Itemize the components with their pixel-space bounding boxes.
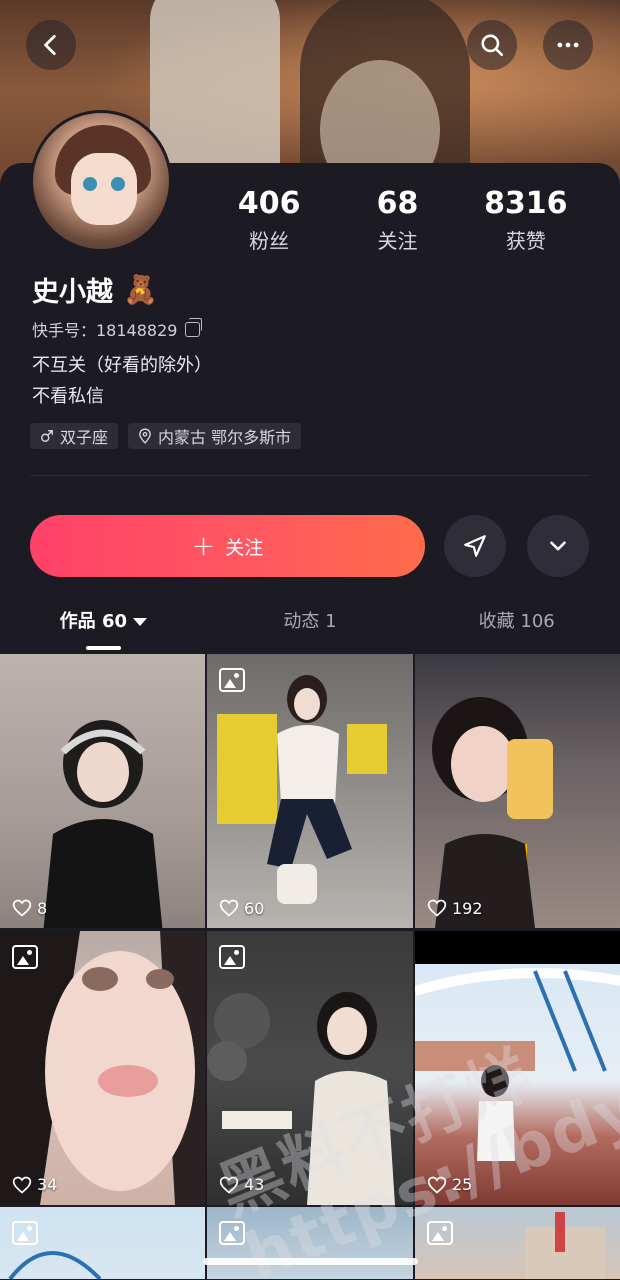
more-button[interactable] (543, 20, 593, 70)
tab-moments[interactable]: 动态 1 (207, 605, 414, 650)
search-button[interactable] (467, 20, 517, 70)
photo-thumbnail (217, 675, 387, 904)
content-tabs: 作品 60 动态 1 收藏 106 (0, 605, 620, 650)
dropdown-arrow-icon (133, 618, 147, 626)
tab-favorites[interactable]: 收藏 106 (413, 605, 620, 650)
photo-thumbnail (0, 930, 205, 1205)
gallery-icon (12, 944, 38, 969)
follow-button[interactable]: + 关注 (30, 515, 425, 577)
stat-likes[interactable]: 8316 获赞 (462, 185, 590, 255)
grid-item[interactable] (0, 1207, 205, 1280)
heart-icon (12, 899, 32, 917)
location-pin-icon (139, 428, 151, 444)
heart-icon (219, 1176, 239, 1194)
photo-thumbnail (207, 991, 395, 1205)
grid-item[interactable]: 8 (0, 654, 205, 928)
name-row: 史小越 🧸 (32, 270, 158, 309)
copy-icon[interactable] (185, 317, 203, 337)
photo-thumbnail (415, 967, 620, 1161)
like-count: 192 (427, 898, 483, 918)
back-icon (44, 34, 56, 56)
grid-item[interactable] (207, 1207, 413, 1280)
gallery-icon (219, 668, 245, 692)
grid-item[interactable]: 60 (207, 654, 413, 928)
photo-thumbnail (432, 697, 553, 928)
tab-works[interactable]: 作品 60 (0, 605, 207, 650)
send-icon (464, 535, 486, 557)
heart-icon (12, 1176, 32, 1194)
photo-thumbnail (43, 720, 163, 928)
profile-stats: 406 粉丝 68 关注 8316 获赞 (205, 185, 590, 255)
back-button[interactable] (26, 20, 76, 70)
like-count: 60 (219, 898, 264, 918)
profile-tags: 双子座 内蒙古 鄂尔多斯市 (30, 423, 302, 449)
active-tab-indicator (86, 646, 121, 650)
like-count: 43 (219, 1175, 264, 1195)
gallery-icon (12, 1221, 38, 1246)
user-id: 快手号：18148829 (32, 317, 203, 341)
heart-icon (427, 899, 447, 917)
profile-bio: 不互关（好看的除外） 不看私信 (32, 350, 212, 412)
heart-icon (427, 1176, 447, 1194)
divider (30, 475, 590, 476)
send-message-button[interactable] (444, 515, 506, 577)
teddy-bear-icon: 🧸 (123, 273, 158, 306)
more-icon (557, 42, 579, 48)
expand-button[interactable] (527, 515, 589, 577)
gallery-icon (219, 1221, 245, 1246)
gallery-icon (427, 1221, 453, 1246)
gallery-icon (219, 944, 245, 969)
bio-line: 不看私信 (32, 386, 104, 407)
home-indicator[interactable] (203, 1258, 418, 1265)
grid-item[interactable]: 34 (0, 930, 205, 1205)
like-count: 8 (12, 898, 47, 918)
grid-item[interactable]: 192 (415, 654, 620, 928)
grid-item[interactable]: 25 (415, 930, 620, 1205)
grid-item[interactable]: 43 (207, 930, 413, 1205)
search-icon (481, 34, 504, 57)
heart-icon (219, 899, 239, 917)
like-count: 34 (12, 1175, 57, 1195)
plus-icon: + (191, 529, 216, 562)
tag-location: 内蒙古 鄂尔多斯市 (128, 423, 302, 449)
stat-following[interactable]: 68 关注 (333, 185, 461, 255)
like-count: 25 (427, 1175, 472, 1195)
chevron-down-icon (550, 541, 566, 551)
tag-zodiac: 双子座 (30, 423, 119, 449)
avatar[interactable] (30, 110, 172, 252)
gender-male-icon (41, 430, 53, 442)
profile-name: 史小越 (32, 277, 113, 308)
user-id-label: 快手号：18148829 (32, 321, 178, 340)
stat-followers[interactable]: 406 粉丝 (205, 185, 333, 255)
works-grid: 8 60 192 34 43 25 (0, 654, 620, 1280)
bio-line: 不互关（好看的除外） (32, 355, 212, 376)
grid-item[interactable] (415, 1207, 620, 1280)
